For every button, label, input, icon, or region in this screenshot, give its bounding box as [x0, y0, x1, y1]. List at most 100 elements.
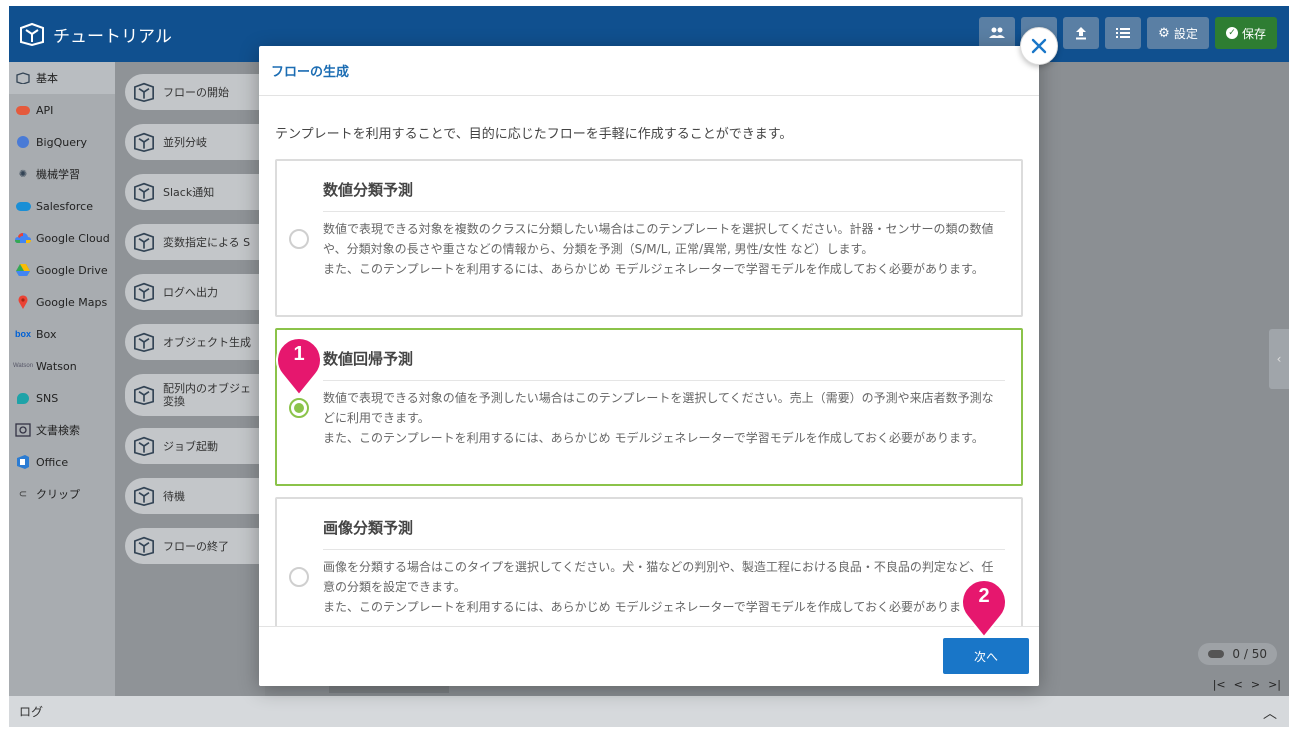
template-desc-text: 画像を分類する場合はこのタイプを選択してください。犬・猫などの判別や、製造工程に… [323, 560, 994, 594]
box-brand-icon: box [15, 329, 32, 339]
step-marker-1: 1 [276, 337, 322, 397]
sidebar-item-label: 基本 [36, 72, 58, 85]
palette-item-label: 待機 [163, 489, 185, 503]
template-title: 数値分類予測 [323, 181, 414, 199]
box-icon [134, 82, 154, 102]
prev-page-button[interactable]: < [1234, 678, 1243, 691]
chevron-up-icon[interactable]: ︿ [1263, 703, 1277, 723]
sidebar-item-label: API [36, 103, 54, 117]
sidebar-item-label: クリップ [36, 488, 80, 501]
divider [323, 380, 1005, 381]
sidebar-item-box[interactable]: box Box [9, 318, 115, 350]
sidebar-item-google-maps[interactable]: Google Maps [9, 286, 115, 318]
sidebar-item-basic[interactable]: 基本 [9, 62, 115, 94]
template-desc-text: 数値で表現できる対象の値を予測したい場合はこのテンプレートを選択してください。売… [323, 391, 994, 425]
list-icon [1116, 28, 1130, 38]
last-page-button[interactable]: >| [1268, 678, 1281, 691]
palette-item-label: オブジェクト生成 [163, 335, 251, 349]
settings-button[interactable]: ⚙ 設定 [1147, 17, 1209, 49]
box-icon [134, 232, 154, 252]
box-icon [134, 332, 154, 352]
brain-icon: ✺ [18, 168, 28, 180]
palette-item-label: フローの終了 [163, 539, 229, 553]
save-button[interactable]: ✓ 保存 [1215, 17, 1277, 49]
template-card-classification[interactable]: 数値分類予測 数値で表現できる対象を複数のクラスに分類したい場合はこのテンプレー… [275, 159, 1023, 317]
map-pin-icon [15, 295, 31, 309]
template-note-text: また、このテンプレートを利用するには、あらかじめ モデルジェネレーターで学習モデ… [323, 600, 984, 614]
gear-icon: ⚙ [1158, 25, 1170, 41]
template-title: 数値回帰予測 [323, 350, 414, 368]
google-cloud-icon [15, 231, 31, 245]
check-circle-icon: ✓ [1225, 27, 1238, 39]
right-panel-toggle[interactable]: ‹ [1269, 329, 1289, 389]
sidebar-item-google-drive[interactable]: Google Drive [9, 254, 115, 286]
sidebar-item-label: Watson [36, 359, 77, 373]
sidebar-item-machine-learning[interactable]: ✺ 機械学習 [9, 158, 115, 190]
sidebar-item-watson[interactable]: Watson Watson [9, 350, 115, 382]
box-icon [134, 436, 154, 456]
template-radio[interactable] [289, 229, 309, 249]
sidebar-item-document-search[interactable]: 文書検索 [9, 414, 115, 446]
canvas-pager: |< < > >| [1213, 678, 1281, 691]
app-title: チュートリアル [53, 26, 172, 47]
sidebar-item-clip[interactable]: ⊂ クリップ [9, 478, 115, 510]
users-button[interactable] [979, 17, 1015, 49]
sidebar-item-label: 機械学習 [36, 168, 80, 181]
sidebar-item-label: Google Drive [36, 263, 108, 277]
sidebar-item-bigquery[interactable]: BigQuery [9, 126, 115, 158]
divider [323, 211, 1005, 212]
template-note-text: また、このテンプレートを利用するには、あらかじめ モデルジェネレーターで学習モデ… [323, 262, 984, 276]
sidebar-item-label: Google Maps [36, 295, 108, 309]
sidebar-item-api[interactable]: API [9, 94, 115, 126]
log-panel-bar[interactable]: ログ ︿ [9, 696, 1289, 727]
palette-item-label: フローの開始 [163, 85, 229, 99]
category-sidebar: 基本 API BigQuery ✺ 機械学習 Salesforce Google… [9, 62, 115, 696]
template-radio[interactable] [289, 567, 309, 587]
node-palette: フローの開始 並列分岐 Slack通知 変数指定による S ログへ出力 オブジェ… [115, 62, 285, 696]
dialog-close-button[interactable] [1020, 27, 1058, 65]
sidebar-item-label: SNS [36, 391, 59, 405]
sidebar-item-sns[interactable]: SNS [9, 382, 115, 414]
first-page-button[interactable]: |< [1213, 678, 1226, 691]
step-number: 2 [978, 585, 990, 607]
step-number: 1 [293, 343, 305, 365]
box-icon [134, 132, 154, 152]
list-button[interactable] [1105, 17, 1141, 49]
sidebar-item-google-cloud[interactable]: Google Cloud [9, 222, 115, 254]
palette-item-label: ジョブ起動 [163, 439, 218, 453]
dialog-body[interactable]: テンプレートを利用することで、目的に応じたフローを手軽に作成することができます。… [259, 97, 1039, 626]
template-description: 画像を分類する場合はこのタイプを選択してください。犬・猫などの判別や、製造工程に… [323, 557, 1005, 617]
watson-icon: Watson [12, 363, 34, 369]
paperclip-icon: ⊂ [18, 488, 28, 500]
box-icon [134, 385, 154, 405]
step-marker-2: 2 [961, 579, 1007, 639]
log-label: ログ [19, 705, 44, 719]
office-icon [15, 455, 31, 469]
next-page-button[interactable]: > [1251, 678, 1260, 691]
upload-icon [1076, 27, 1086, 40]
template-card-image-classification[interactable]: 画像分類予測 画像を分類する場合はこのタイプを選択してください。犬・猫などの判別… [275, 497, 1023, 626]
node-counter: 0 / 50 [1198, 643, 1277, 665]
palette-item-label: Slack通知 [163, 185, 215, 199]
sidebar-item-office[interactable]: Office [9, 446, 115, 478]
salesforce-icon [15, 199, 31, 213]
sidebar-item-salesforce[interactable]: Salesforce [9, 190, 115, 222]
box-icon [134, 536, 154, 556]
next-button[interactable]: 次へ [943, 638, 1029, 674]
palette-item-label: ログへ出力 [163, 285, 218, 299]
palette-item-label: 並列分岐 [163, 135, 207, 149]
sidebar-item-label: Office [36, 455, 69, 469]
template-radio-selected[interactable] [289, 398, 309, 418]
chevron-left-icon: ‹ [1276, 352, 1282, 366]
template-description: 数値で表現できる対象の値を予測したい場合はこのテンプレートを選択してください。売… [323, 388, 1005, 448]
box-icon [134, 282, 154, 302]
save-label: 保存 [1241, 26, 1266, 41]
template-description: 数値で表現できる対象を複数のクラスに分類したい場合はこのテンプレートを選択してく… [323, 219, 1005, 279]
sidebar-item-label: 文書検索 [36, 424, 80, 437]
api-icon [15, 103, 31, 117]
dialog-title: フローの生成 [259, 46, 1039, 96]
template-card-regression[interactable]: 数値回帰予測 数値で表現できる対象の値を予測したい場合はこのテンプレートを選択し… [275, 328, 1023, 486]
chat-icon [15, 391, 31, 405]
upload-button[interactable] [1063, 17, 1099, 49]
sidebar-item-label: Google Cloud [36, 231, 110, 245]
